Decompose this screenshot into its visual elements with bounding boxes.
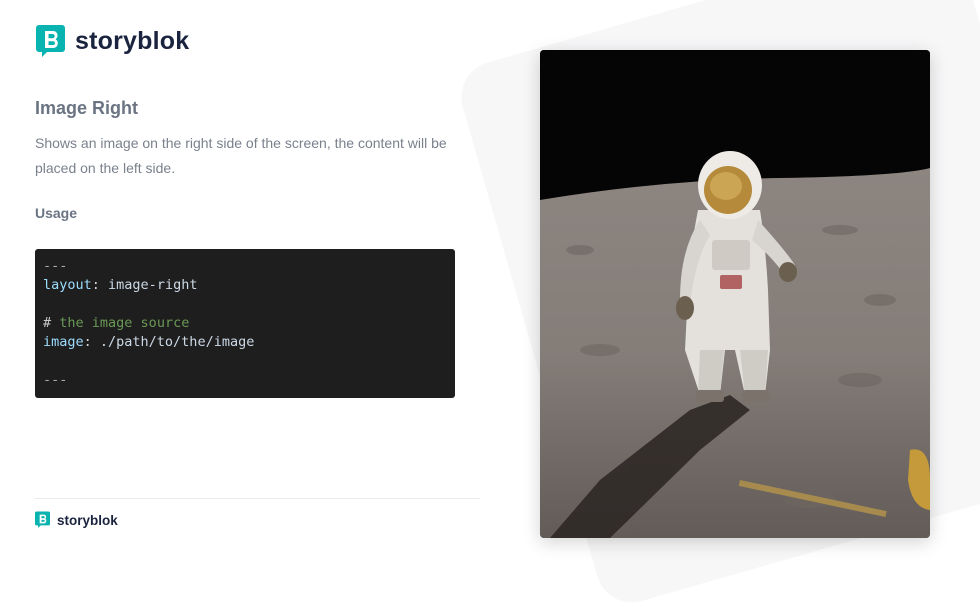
code-line-separator-close: --- [43, 371, 447, 390]
page-description: Shows an image on the right side of the … [35, 135, 447, 176]
code-line-separator-open: --- [43, 257, 447, 276]
page-title: Image Right [35, 98, 139, 118]
astronaut-image [540, 50, 930, 538]
storyblok-logo-icon [36, 25, 65, 57]
footer-logo[interactable]: storyblok [35, 511, 118, 529]
code-separator: --- [43, 258, 68, 274]
code-line-image: image: ./path/to/the/image [43, 334, 255, 350]
footer-divider [35, 498, 480, 499]
code-value: image-right [108, 277, 198, 293]
code-block: --- layout: image-right # the image sour… [35, 249, 455, 398]
code-comment-hash: # [43, 315, 52, 331]
usage-heading: Usage [35, 205, 78, 221]
code-value: ./path/to/the/image [99, 334, 255, 350]
code-comment: the image source [59, 315, 190, 331]
code-line-comment: # the image source [43, 314, 447, 333]
brand-name: storyblok [75, 27, 190, 55]
storyblok-logo-icon [35, 511, 50, 529]
code-key: image [43, 334, 84, 350]
footer-brand-name: storyblok [57, 512, 118, 528]
code-key: layout [43, 277, 92, 293]
astronaut-illustration [540, 50, 930, 538]
code-line-layout: layout: image-right [43, 277, 198, 293]
code-separator: --- [43, 372, 68, 388]
header-logo[interactable]: storyblok [36, 25, 189, 58]
